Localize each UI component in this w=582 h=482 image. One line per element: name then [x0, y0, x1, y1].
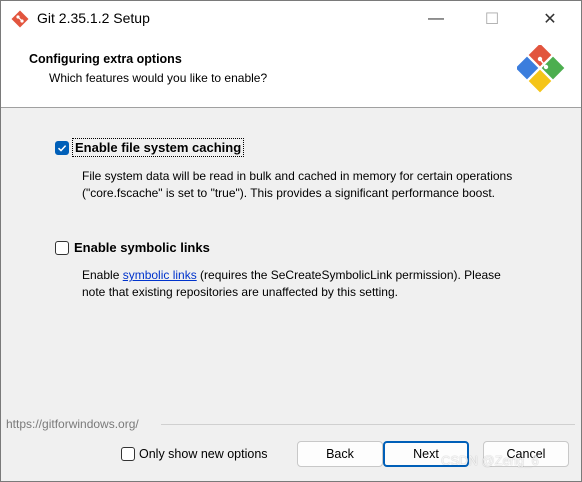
- only-new-checkbox[interactable]: [121, 447, 135, 461]
- watermark: CSDN @Zeng_6: [441, 453, 539, 468]
- page-header: Configuring extra options Which features…: [1, 37, 581, 108]
- symlinks-desc-pre: Enable: [82, 268, 123, 282]
- footer-divider: [161, 424, 575, 425]
- minimize-button[interactable]: —: [413, 1, 459, 37]
- symlinks-checkbox[interactable]: [55, 240, 69, 255]
- footer-url: https://gitforwindows.org/: [6, 417, 139, 431]
- symlinks-description: Enable symbolic links (requires the SeCr…: [82, 267, 522, 301]
- title-bar[interactable]: Git 2.35.1.2 Setup — ☐ ✕: [1, 1, 581, 37]
- back-button[interactable]: Back: [297, 441, 383, 467]
- only-new-options-toggle[interactable]: Only show new options: [121, 447, 268, 461]
- only-new-label[interactable]: Only show new options: [139, 447, 268, 461]
- option-fscache[interactable]: Enable file system caching: [55, 138, 245, 157]
- fscache-label[interactable]: Enable file system caching: [71, 138, 245, 157]
- symbolic-links-link[interactable]: symbolic links: [123, 268, 197, 282]
- fscache-checkbox[interactable]: [55, 140, 69, 155]
- maximize-button[interactable]: ☐: [469, 1, 515, 37]
- window-title: Git 2.35.1.2 Setup: [37, 10, 150, 26]
- git-windows-logo-icon: [517, 45, 565, 93]
- close-button[interactable]: ✕: [527, 1, 573, 37]
- fscache-description: File system data will be read in bulk an…: [82, 169, 513, 200]
- git-logo-icon: [11, 10, 29, 28]
- symlinks-label[interactable]: Enable symbolic links: [74, 240, 210, 255]
- page-title: Configuring extra options: [29, 52, 182, 66]
- setup-window: Git 2.35.1.2 Setup — ☐ ✕ Configuring ext…: [0, 0, 582, 482]
- page-subtitle: Which features would you like to enable?: [49, 71, 268, 85]
- option-symlinks[interactable]: Enable symbolic links: [55, 240, 210, 255]
- check-icon: [57, 144, 67, 152]
